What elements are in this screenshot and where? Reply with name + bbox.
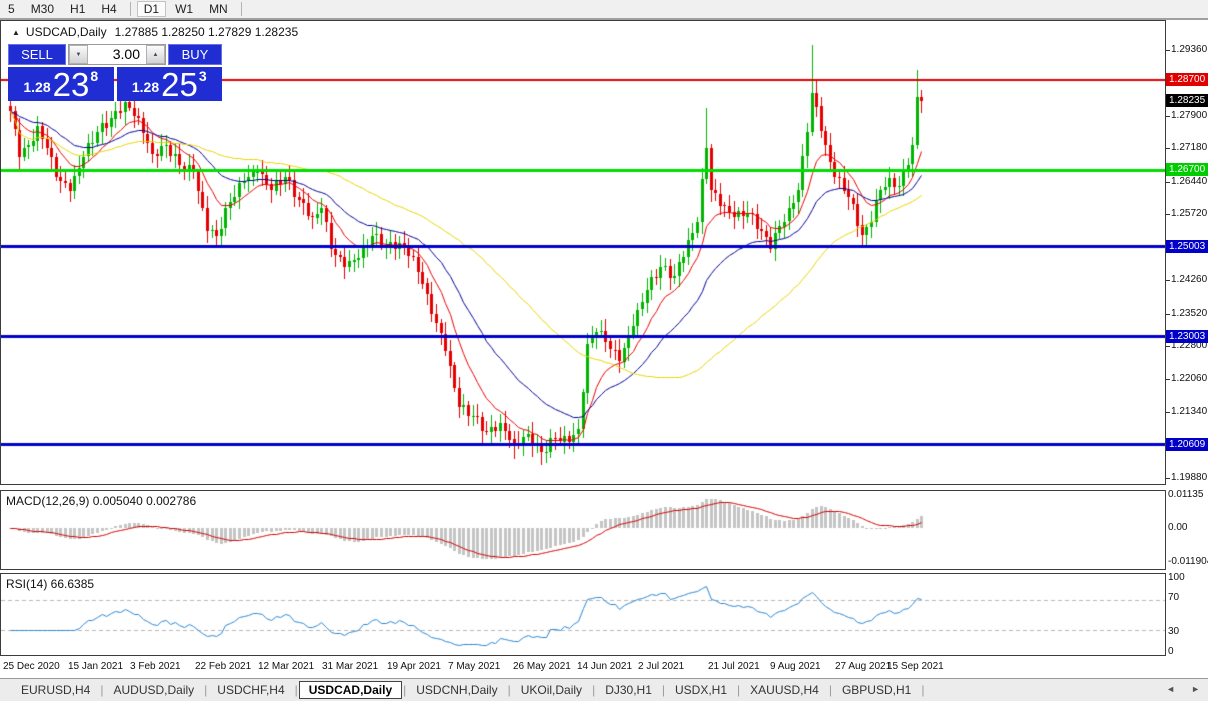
- rsi-tick-label: 30: [1168, 626, 1179, 638]
- macd-pane: MACD(12,26,9) 0.005040 0.002786: [0, 490, 1166, 570]
- date-label: 21 Jul 2021: [708, 661, 760, 672]
- tab-usdchf[interactable]: USDCHF,H4: [208, 681, 293, 699]
- date-label: 26 May 2021: [513, 661, 571, 672]
- buy-button[interactable]: BUY: [168, 44, 222, 65]
- timeframe-toolbar: 5M30H1H4 D1W1MN: [0, 0, 1208, 20]
- date-label: 2 Jul 2021: [638, 661, 684, 672]
- tab-gbpusd[interactable]: GBPUSD,H1: [833, 681, 920, 699]
- sell-price-sup: 8: [90, 68, 98, 84]
- mt4-window: 5M30H1H4 D1W1MN ▲ USDCAD,Daily 1.27885 1.…: [0, 0, 1208, 701]
- rsi-tick-label: 0: [1168, 646, 1174, 658]
- date-label: 15 Sep 2021: [887, 661, 944, 672]
- buy-price-sup: 3: [199, 68, 207, 84]
- tab-dj30[interactable]: DJ30,H1: [596, 681, 661, 699]
- rsi-tick-label: 70: [1168, 592, 1179, 604]
- timeframe-button-W1[interactable]: W1: [168, 1, 200, 17]
- tab-divider: |: [920, 683, 925, 697]
- tab-eurusd[interactable]: EURUSD,H4: [12, 681, 99, 699]
- price-tick-label: 1.27180: [1171, 142, 1207, 154]
- tab-usdcnh[interactable]: USDCNH,Daily: [407, 681, 506, 699]
- buy-price-box[interactable]: 1.28 25 3: [117, 67, 223, 101]
- volume-decrease-icon[interactable]: ▼: [69, 45, 88, 64]
- collapse-arrow-icon[interactable]: ▲: [12, 28, 20, 37]
- price-tick-label: 1.22060: [1171, 373, 1207, 385]
- price-axis[interactable]: 1.29360 1.27900 1.27180 1.26440 1.25720 1.242…: [1166, 20, 1208, 656]
- macd-tick-label: 0.00: [1168, 522, 1187, 534]
- date-label: 3 Feb 2021: [130, 661, 181, 672]
- timeframe-button-H1[interactable]: H1: [63, 1, 92, 17]
- tab-ukoil[interactable]: UKOil,Daily: [512, 681, 591, 699]
- rsi-tick-label: 100: [1168, 572, 1185, 584]
- chart-symbol-label: USDCAD,Daily: [26, 25, 107, 39]
- chart-title: ▲ USDCAD,Daily 1.27885 1.28250 1.27829 1…: [12, 25, 298, 39]
- price-tick-label: 1.24260: [1171, 274, 1207, 286]
- date-label: 9 Aug 2021: [770, 661, 821, 672]
- tab-scroll-left-icon[interactable]: ◄: [1166, 684, 1175, 694]
- price-tick-label: 1.21340: [1171, 406, 1207, 418]
- tab-scroll-right-icon[interactable]: ►: [1191, 684, 1200, 694]
- date-label: 27 Aug 2021: [835, 661, 891, 672]
- macd-tick-label: -0.011904: [1168, 556, 1208, 568]
- tab-audusd[interactable]: AUDUSD,Daily: [104, 681, 203, 699]
- volume-input[interactable]: 3.00: [88, 45, 146, 64]
- price-badge: 1.20609: [1166, 438, 1208, 451]
- tab-scroll-nav: ◄►: [1166, 684, 1200, 694]
- date-label: 25 Dec 2020: [3, 661, 60, 672]
- volume-increase-icon[interactable]: ▲: [146, 45, 165, 64]
- price-badge: 1.28235: [1166, 94, 1208, 107]
- tab-usdcad[interactable]: USDCAD,Daily: [299, 681, 402, 699]
- price-tick-label: 1.27900: [1171, 110, 1207, 122]
- chart-ohlc-values: 1.27885 1.28250 1.27829 1.28235: [115, 25, 299, 39]
- price-tick-label: 1.23520: [1171, 308, 1207, 320]
- timeframe-button-MN[interactable]: MN: [202, 1, 235, 17]
- sell-price-big: 23: [53, 70, 90, 99]
- symbol-tab-bar: EURUSD,H4|AUDUSD,Daily|USDCHF,H4|USDCAD,…: [0, 678, 1208, 701]
- sell-button[interactable]: SELL: [8, 44, 66, 65]
- tab-usdx[interactable]: USDX,H1: [666, 681, 736, 699]
- sell-price-prefix: 1.28: [23, 79, 50, 95]
- timeframe-button-5[interactable]: 5: [1, 1, 22, 17]
- price-tick-label: 1.19880: [1171, 472, 1207, 484]
- date-label: 14 Jun 2021: [577, 661, 632, 672]
- price-tick-label: 1.29360: [1171, 44, 1207, 56]
- macd-tick-label: 0.01135: [1168, 489, 1203, 501]
- one-click-trade-panel: SELL ▼ 3.00 ▲ BUY 1.28 23 8 1.28 25 3: [8, 44, 222, 101]
- price-badge: 1.25003: [1166, 240, 1208, 253]
- price-tick-label: 1.25720: [1171, 208, 1207, 220]
- rsi-label: RSI(14) 66.6385: [6, 577, 94, 591]
- toolbar-divider: [130, 2, 131, 16]
- date-label: 12 Mar 2021: [258, 661, 314, 672]
- price-badge: 1.26700: [1166, 163, 1208, 176]
- price-tick-label: 1.26440: [1171, 176, 1207, 188]
- date-label: 15 Jan 2021: [68, 661, 123, 672]
- chart-window: ▲ USDCAD,Daily 1.27885 1.28250 1.27829 1…: [0, 20, 1208, 678]
- tab-xauusd[interactable]: XAUUSD,H4: [741, 681, 828, 699]
- sell-price-box[interactable]: 1.28 23 8: [8, 67, 114, 101]
- rsi-canvas[interactable]: [1, 574, 1165, 655]
- date-axis[interactable]: 25 Dec 2020 15 Jan 2021 3 Feb 2021 22 Feb 2…: [0, 656, 1166, 678]
- macd-label: MACD(12,26,9) 0.005040 0.002786: [6, 494, 196, 508]
- buy-price-prefix: 1.28: [132, 79, 159, 95]
- price-badge: 1.28700: [1166, 73, 1208, 86]
- price-badge: 1.23003: [1166, 330, 1208, 343]
- date-label: 7 May 2021: [448, 661, 500, 672]
- date-label: 22 Feb 2021: [195, 661, 251, 672]
- rsi-pane: RSI(14) 66.6385: [0, 573, 1166, 656]
- timeframe-button-H4[interactable]: H4: [94, 1, 123, 17]
- date-label: 31 Mar 2021: [322, 661, 378, 672]
- toolbar-divider: [241, 2, 242, 16]
- timeframe-button-M30[interactable]: M30: [24, 1, 61, 17]
- date-label: 19 Apr 2021: [387, 661, 441, 672]
- volume-stepper: ▼ 3.00 ▲: [68, 44, 166, 65]
- buy-price-big: 25: [161, 70, 198, 99]
- timeframe-button-D1[interactable]: D1: [137, 1, 166, 17]
